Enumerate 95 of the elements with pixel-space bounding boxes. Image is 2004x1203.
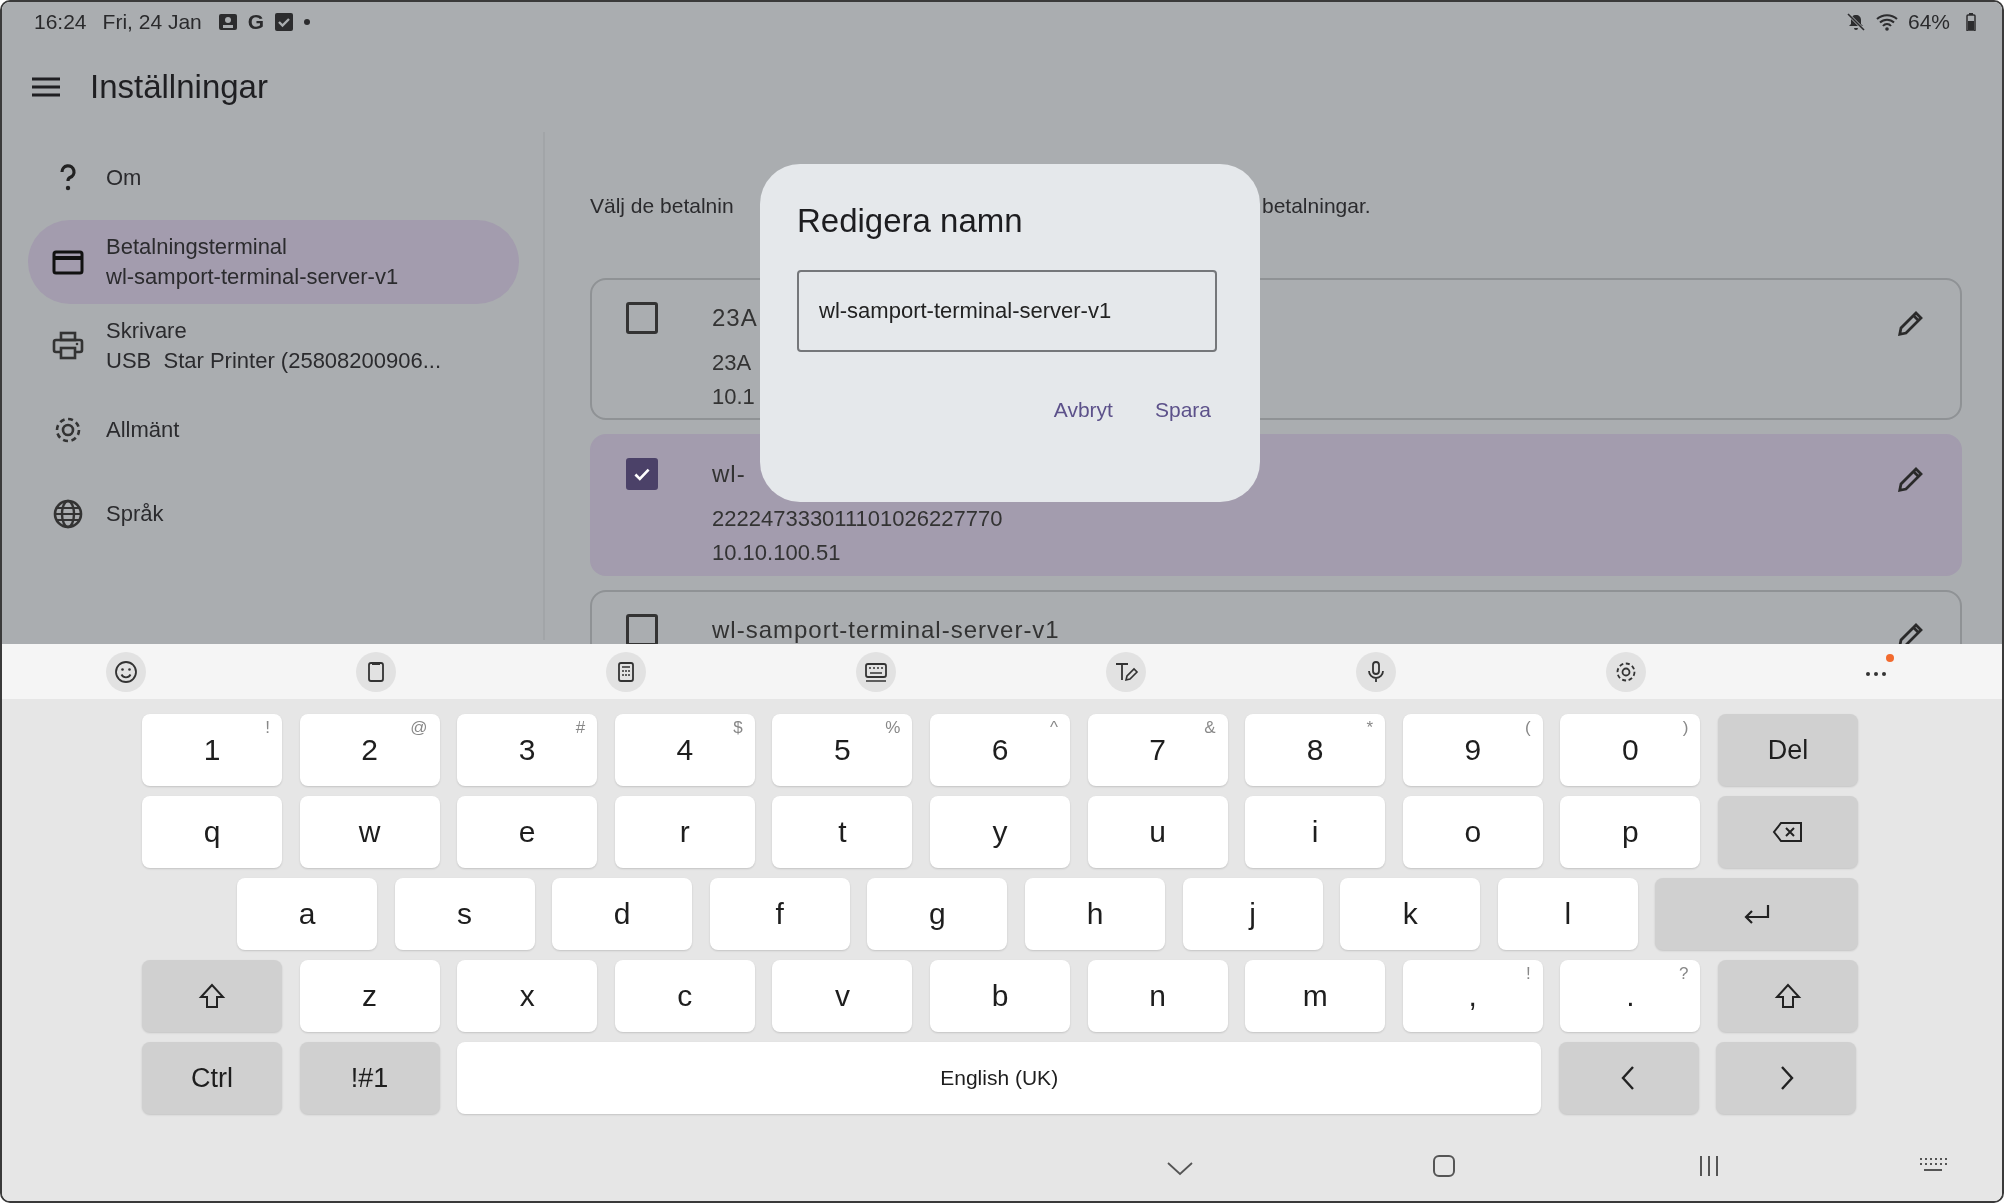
keyboard-key[interactable]: , ! [1402, 960, 1543, 1032]
keyboard-key[interactable]: 6 ^ [929, 714, 1070, 786]
settings-icon[interactable] [1606, 651, 1646, 692]
globe-icon [52, 498, 84, 530]
keyboard-key[interactable]: !#1 [299, 1042, 440, 1114]
sidebar-item[interactable]: Betalningsterminal wl-samport-terminal-server-v1 [28, 220, 519, 304]
keyboard-key[interactable]: 8 * [1245, 714, 1386, 786]
clipboard-icon[interactable] [356, 651, 396, 692]
terminal-text: 23A [712, 349, 752, 377]
keyboard-key[interactable]: d [552, 878, 693, 950]
terminal-text: 10.10.100.51 [712, 539, 841, 567]
sidebar-item[interactable]: Allmänt [28, 388, 519, 472]
keyboard-key[interactable]: Del [1717, 714, 1858, 786]
keyboard-key[interactable]: h [1024, 878, 1165, 950]
emoji-icon[interactable] [106, 651, 146, 692]
keypad-icon[interactable] [606, 651, 646, 692]
sidebar-label: Skrivare [106, 318, 188, 344]
keyboard-key[interactable]: . ? [1560, 960, 1701, 1032]
keyboard-key[interactable]: y [929, 796, 1070, 868]
keyboard-key[interactable]: 9 ( [1402, 714, 1543, 786]
keyboard-key[interactable]: o [1402, 796, 1543, 868]
sidebar-item[interactable]: Skrivare USB Star Printer (25808200906... [28, 304, 519, 388]
keyboard-key[interactable]: 4 $ [614, 714, 755, 786]
keyboard-key[interactable]: 2 @ [299, 714, 440, 786]
sidebar-label: Om [106, 165, 142, 191]
name-input-field[interactable]: wl-samport-terminal-server-v1 [797, 270, 1217, 352]
sidebar-sublabel: USB Star Printer (25808200906... [106, 348, 442, 374]
terminal-text: wl-samport-terminal-server-v1 [712, 615, 1060, 644]
notification-icon [217, 12, 238, 32]
dot-icon [304, 19, 311, 25]
checkbox[interactable] [626, 302, 658, 334]
keyboard-key[interactable]: English (UK) [457, 1042, 1542, 1114]
keyboard-key[interactable]: f [709, 878, 850, 950]
keyboard-key[interactable]: s [394, 878, 535, 950]
keyboard-key[interactable]: i [1245, 796, 1386, 868]
status-date: Fri, 24 Jan [102, 10, 202, 34]
mute-icon [1845, 12, 1866, 32]
keyboard-key[interactable]: t [772, 796, 913, 868]
keyboard-icon[interactable] [1918, 1156, 1948, 1174]
wifi-icon [1875, 13, 1898, 31]
microphone-icon[interactable] [1356, 651, 1396, 692]
keyboard-key[interactable]: w [299, 796, 440, 868]
menu-icon[interactable] [32, 77, 60, 97]
keyboard-key[interactable]: 1 ! [142, 714, 282, 786]
status-time: 16:24 [34, 10, 87, 34]
terminal-text: wl- [712, 459, 746, 489]
sidebar-label: Allmänt [106, 417, 180, 443]
checkbox-notification-icon [274, 12, 295, 32]
keyboard-key[interactable]: x [457, 960, 598, 1032]
chevron-down-icon[interactable] [1166, 1160, 1194, 1176]
keyboard-key[interactable]: 5 % [772, 714, 913, 786]
recents-icon[interactable] [1697, 1154, 1721, 1178]
keyboard-key[interactable]: g [867, 878, 1008, 950]
shift-icon [198, 982, 226, 1010]
keyboard-key[interactable]: e [457, 796, 598, 868]
keyboard-key[interactable]: u [1087, 796, 1228, 868]
keyboard-key[interactable]: p [1560, 796, 1701, 868]
sidebar-item[interactable]: Om [28, 136, 519, 220]
sidebar-label: Betalningsterminal [106, 234, 288, 260]
keyboard-key[interactable]: n [1087, 960, 1228, 1032]
keyboard-key[interactable]: 3 # [457, 714, 598, 786]
keyboard-key[interactable]: v [772, 960, 913, 1032]
terminal-text: 222247333011101026227770 [712, 505, 1003, 533]
keyboard-key[interactable]: 7 & [1087, 714, 1228, 786]
backspace-icon [1771, 820, 1804, 844]
keyboard-icon[interactable] [856, 651, 896, 692]
keyboard-key[interactable]: r [614, 796, 755, 868]
sidebar-label: Språk [106, 501, 164, 527]
keyboard-key[interactable]: 0 ) [1560, 714, 1701, 786]
battery-percentage: 64% [1907, 10, 1950, 34]
keyboard-key[interactable]: c [614, 960, 755, 1032]
app-letter-label: G [247, 10, 265, 34]
dialog-title: Redigera namn [797, 202, 1024, 240]
keyboard-key[interactable]: z [299, 960, 440, 1032]
battery-icon [1966, 13, 1976, 31]
keyboard-key[interactable]: l [1497, 878, 1638, 950]
keyboard-key[interactable]: j [1182, 878, 1323, 950]
keyboard-key[interactable]: b [929, 960, 1070, 1032]
handwriting-icon[interactable] [1106, 651, 1146, 692]
page-title: Inställningar [90, 68, 268, 106]
keyboard-key[interactable]: m [1245, 960, 1386, 1032]
home-icon[interactable] [1432, 1154, 1456, 1178]
intro-text: betalningar. [1262, 194, 1371, 218]
intro-text: Välj de betalnin [590, 194, 734, 218]
keyboard-key[interactable]: q [142, 796, 282, 868]
sidebar-item[interactable]: Språk [28, 472, 519, 556]
shift-icon [1773, 982, 1802, 1010]
keyboard-key[interactable]: Ctrl [142, 1042, 282, 1114]
checkbox[interactable] [626, 458, 658, 490]
printer-icon [52, 330, 84, 362]
terminal-text: 23A [712, 303, 758, 333]
keyboard-key[interactable]: a [237, 878, 377, 950]
keyboard-key[interactable]: k [1340, 878, 1481, 950]
terminal-text: 10.1 [712, 383, 755, 411]
sidebar-sublabel: wl-samport-terminal-server-v1 [106, 264, 399, 290]
